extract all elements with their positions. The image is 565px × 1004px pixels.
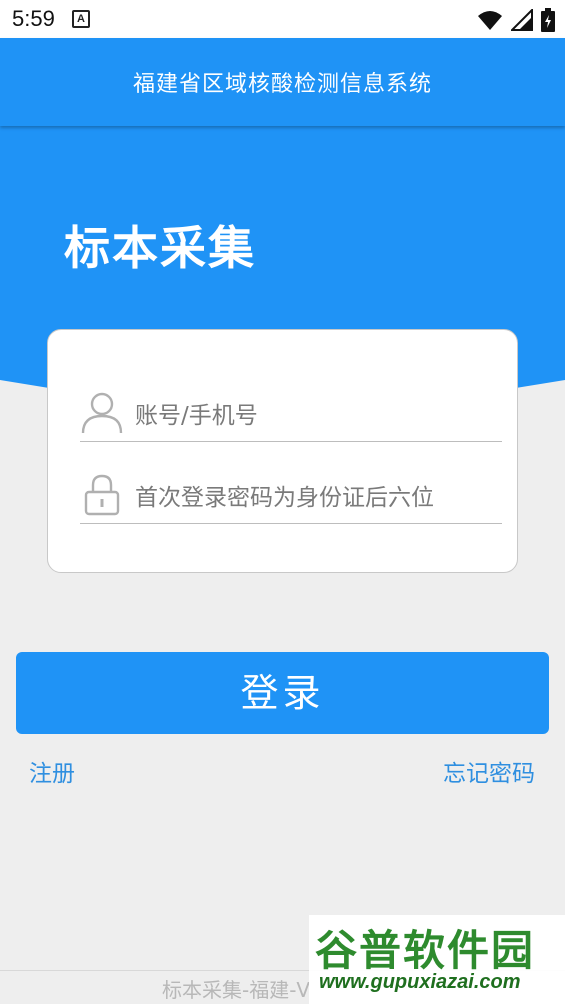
password-placeholder: 首次登录密码为身份证后六位	[135, 485, 434, 511]
watermark-url: www.gupuxiazai.com	[319, 971, 521, 993]
status-time: 5:59	[12, 6, 55, 31]
user-icon	[81, 392, 123, 434]
forgot-password-link[interactable]: 忘记密码	[443, 754, 535, 788]
notification-icon: A	[72, 10, 90, 28]
password-field[interactable]: 首次登录密码为身份证后六位	[80, 466, 502, 524]
login-card: 账号/手机号 首次登录密码为身份证后六位	[47, 329, 518, 573]
register-link[interactable]: 注册	[29, 754, 75, 788]
status-bar: 5:59 A	[0, 0, 565, 38]
signal-icon	[511, 9, 533, 31]
status-icons	[477, 8, 555, 32]
hero-title: 标本采集	[64, 221, 256, 275]
battery-icon	[541, 8, 555, 32]
login-button[interactable]: 登录	[16, 652, 549, 734]
app-title: 福建省区域核酸检测信息系统	[132, 72, 432, 97]
footer-version: 标本采集-福建-V	[162, 978, 311, 1002]
app-bar: 福建省区域核酸检测信息系统	[0, 38, 565, 126]
watermark-title: 谷普软件园	[315, 926, 536, 975]
username-placeholder: 账号/手机号	[135, 403, 258, 429]
lock-icon	[84, 474, 120, 516]
wifi-icon	[478, 11, 502, 30]
watermark: 谷普软件园 www.gupuxiazai.com	[309, 915, 565, 1004]
username-field[interactable]: 账号/手机号	[80, 384, 502, 442]
